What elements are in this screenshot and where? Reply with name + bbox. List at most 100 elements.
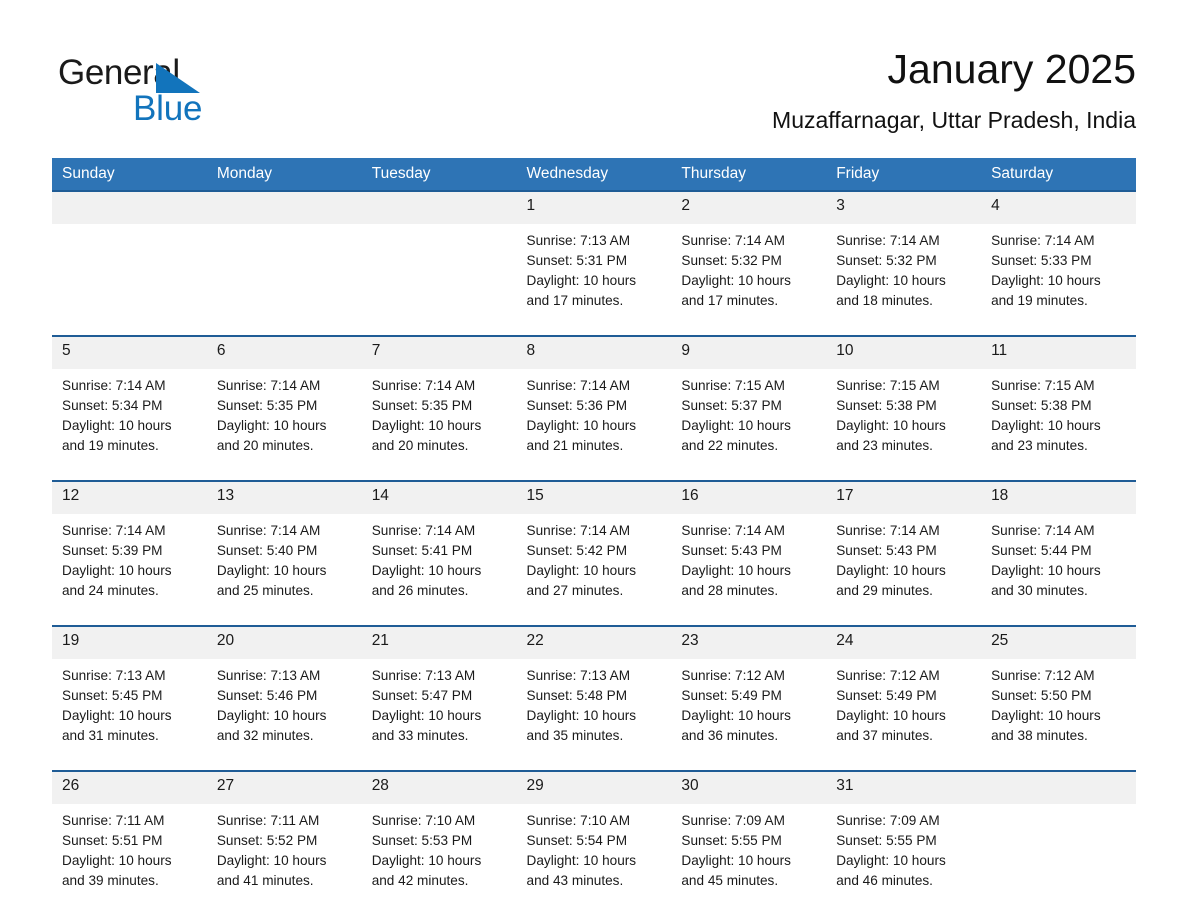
day-number[interactable]: 11 bbox=[981, 335, 1136, 369]
day-detail-line: Sunrise: 7:14 AM bbox=[216, 523, 321, 538]
day-detail-line: Daylight: 10 hours bbox=[681, 853, 791, 868]
day-number[interactable]: 16 bbox=[671, 480, 827, 514]
day-cell-details: Sunrise: 7:14 AM Sunset: 5:41 PM Daylight:… bbox=[361, 514, 517, 626]
day-number[interactable]: 23 bbox=[671, 625, 827, 659]
day-number[interactable]: 27 bbox=[206, 770, 362, 804]
generalblue-logo[interactable]: General Blue bbox=[58, 52, 318, 136]
day-detail-line: Sunset: 5:34 PM bbox=[62, 398, 163, 413]
day-detail-line: and 20 minutes. bbox=[216, 438, 314, 453]
day-number[interactable]: 1 bbox=[516, 190, 672, 224]
day-cell-details: Sunrise: 7:14 AM Sunset: 5:32 PM Daylight:… bbox=[671, 224, 827, 336]
day-detail-line: Sunrise: 7:14 AM bbox=[216, 378, 321, 393]
day-detail-line: Daylight: 10 hours bbox=[836, 563, 946, 578]
day-detail-line: Daylight: 10 hours bbox=[371, 418, 482, 433]
day-detail-line: and 18 minutes. bbox=[836, 293, 933, 308]
day-number[interactable]: 25 bbox=[981, 625, 1136, 659]
day-number[interactable]: 10 bbox=[826, 335, 982, 369]
day-detail-line: Sunset: 5:39 PM bbox=[62, 543, 163, 558]
week-detail-row: Sunrise: 7:13 AM Sunset: 5:45 PM Daylight:… bbox=[52, 659, 1136, 771]
day-cell-details: Sunrise: 7:13 AM Sunset: 5:46 PM Daylight:… bbox=[206, 659, 362, 771]
day-detail-line: and 29 minutes. bbox=[836, 583, 933, 598]
day-cell-details: Sunrise: 7:14 AM Sunset: 5:34 PM Daylight:… bbox=[52, 369, 207, 481]
day-detail-line: Sunset: 5:55 PM bbox=[836, 833, 937, 848]
day-detail-line: and 23 minutes. bbox=[991, 438, 1088, 453]
day-detail-line: Sunset: 5:32 PM bbox=[681, 253, 782, 268]
day-detail-line: Sunset: 5:46 PM bbox=[216, 688, 318, 703]
day-detail-line: and 28 minutes. bbox=[681, 583, 779, 598]
week-daynumber-row: 12 13 14 15 16 17 18 bbox=[52, 480, 1136, 514]
day-detail-line: and 35 minutes. bbox=[526, 728, 624, 743]
week-detail-row: Sunrise: 7:14 AM Sunset: 5:39 PM Daylight:… bbox=[52, 514, 1136, 626]
day-number[interactable]: 5 bbox=[52, 335, 207, 369]
day-detail-line: Sunrise: 7:14 AM bbox=[836, 523, 940, 538]
day-cell-empty bbox=[52, 224, 207, 336]
week-detail-row: Sunrise: 7:13 AM Sunset: 5:31 PM Daylight:… bbox=[52, 224, 1136, 336]
day-number-empty bbox=[206, 190, 362, 224]
day-cell-details: Sunrise: 7:10 AM Sunset: 5:53 PM Daylight:… bbox=[361, 804, 517, 915]
day-detail-line: Sunrise: 7:14 AM bbox=[62, 378, 166, 393]
day-detail-line: Sunrise: 7:13 AM bbox=[62, 668, 166, 683]
day-detail-line: Sunset: 5:35 PM bbox=[216, 398, 318, 413]
day-detail-line: Sunrise: 7:14 AM bbox=[371, 378, 476, 393]
day-number[interactable]: 28 bbox=[361, 770, 517, 804]
day-detail-line: Sunrise: 7:13 AM bbox=[216, 668, 321, 683]
day-detail-line: Daylight: 10 hours bbox=[991, 708, 1101, 723]
day-number[interactable]: 3 bbox=[826, 190, 982, 224]
day-detail-line: Sunrise: 7:15 AM bbox=[991, 378, 1095, 393]
day-detail-line: and 36 minutes. bbox=[681, 728, 779, 743]
day-number[interactable]: 17 bbox=[826, 480, 982, 514]
weekday-header-thursday: Thursday bbox=[671, 158, 827, 191]
day-detail-line: Sunset: 5:54 PM bbox=[526, 833, 628, 848]
week-detail-row: Sunrise: 7:11 AM Sunset: 5:51 PM Daylight:… bbox=[52, 804, 1136, 915]
day-detail-line: and 46 minutes. bbox=[836, 873, 933, 888]
day-number[interactable]: 14 bbox=[361, 480, 517, 514]
day-detail-line: and 39 minutes. bbox=[62, 873, 159, 888]
day-detail-line: Sunset: 5:36 PM bbox=[526, 398, 628, 413]
day-detail-line: and 32 minutes. bbox=[216, 728, 314, 743]
day-number[interactable]: 8 bbox=[516, 335, 672, 369]
day-detail-line: Daylight: 10 hours bbox=[681, 563, 791, 578]
day-number[interactable]: 7 bbox=[361, 335, 517, 369]
day-number[interactable]: 15 bbox=[516, 480, 672, 514]
day-number[interactable]: 22 bbox=[516, 625, 672, 659]
day-number[interactable]: 6 bbox=[206, 335, 362, 369]
day-detail-line: Daylight: 10 hours bbox=[371, 853, 482, 868]
day-detail-line: Sunrise: 7:13 AM bbox=[371, 668, 476, 683]
day-detail-line: Daylight: 10 hours bbox=[991, 418, 1101, 433]
day-detail-line: and 27 minutes. bbox=[526, 583, 624, 598]
day-detail-line: Daylight: 10 hours bbox=[836, 418, 946, 433]
day-detail-line: Daylight: 10 hours bbox=[836, 708, 946, 723]
day-detail-line: Daylight: 10 hours bbox=[216, 708, 327, 723]
day-number[interactable]: 21 bbox=[361, 625, 517, 659]
day-detail-line: Daylight: 10 hours bbox=[681, 418, 791, 433]
day-detail-line: Sunrise: 7:15 AM bbox=[836, 378, 940, 393]
day-detail-line: Daylight: 10 hours bbox=[216, 563, 327, 578]
day-number[interactable]: 19 bbox=[52, 625, 207, 659]
day-number[interactable]: 30 bbox=[671, 770, 827, 804]
day-detail-line: Sunrise: 7:14 AM bbox=[62, 523, 166, 538]
day-detail-line: Daylight: 10 hours bbox=[526, 708, 637, 723]
day-detail-line: and 23 minutes. bbox=[836, 438, 933, 453]
day-number[interactable]: 18 bbox=[981, 480, 1136, 514]
calendar-page: General Blue January 2025 Muzaffarnagar,… bbox=[0, 0, 1188, 918]
day-number[interactable]: 26 bbox=[52, 770, 207, 804]
day-cell-details: Sunrise: 7:14 AM Sunset: 5:32 PM Daylight:… bbox=[826, 224, 982, 336]
day-detail-line: and 24 minutes. bbox=[62, 583, 159, 598]
day-number[interactable]: 2 bbox=[671, 190, 827, 224]
day-detail-line: Daylight: 10 hours bbox=[836, 273, 946, 288]
day-number[interactable]: 4 bbox=[981, 190, 1136, 224]
day-detail-line: Daylight: 10 hours bbox=[62, 708, 172, 723]
day-detail-line: Sunset: 5:48 PM bbox=[526, 688, 628, 703]
day-number[interactable]: 9 bbox=[671, 335, 827, 369]
day-detail-line: Sunrise: 7:14 AM bbox=[371, 523, 476, 538]
day-number[interactable]: 13 bbox=[206, 480, 362, 514]
day-number[interactable]: 24 bbox=[826, 625, 982, 659]
day-number[interactable]: 20 bbox=[206, 625, 362, 659]
day-number[interactable]: 29 bbox=[516, 770, 672, 804]
day-number[interactable]: 31 bbox=[826, 770, 982, 804]
day-detail-line: and 41 minutes. bbox=[216, 873, 314, 888]
day-cell-details: Sunrise: 7:11 AM Sunset: 5:52 PM Daylight:… bbox=[206, 804, 362, 915]
day-detail-line: Daylight: 10 hours bbox=[526, 418, 637, 433]
day-number[interactable]: 12 bbox=[52, 480, 207, 514]
day-detail-line: and 42 minutes. bbox=[371, 873, 469, 888]
